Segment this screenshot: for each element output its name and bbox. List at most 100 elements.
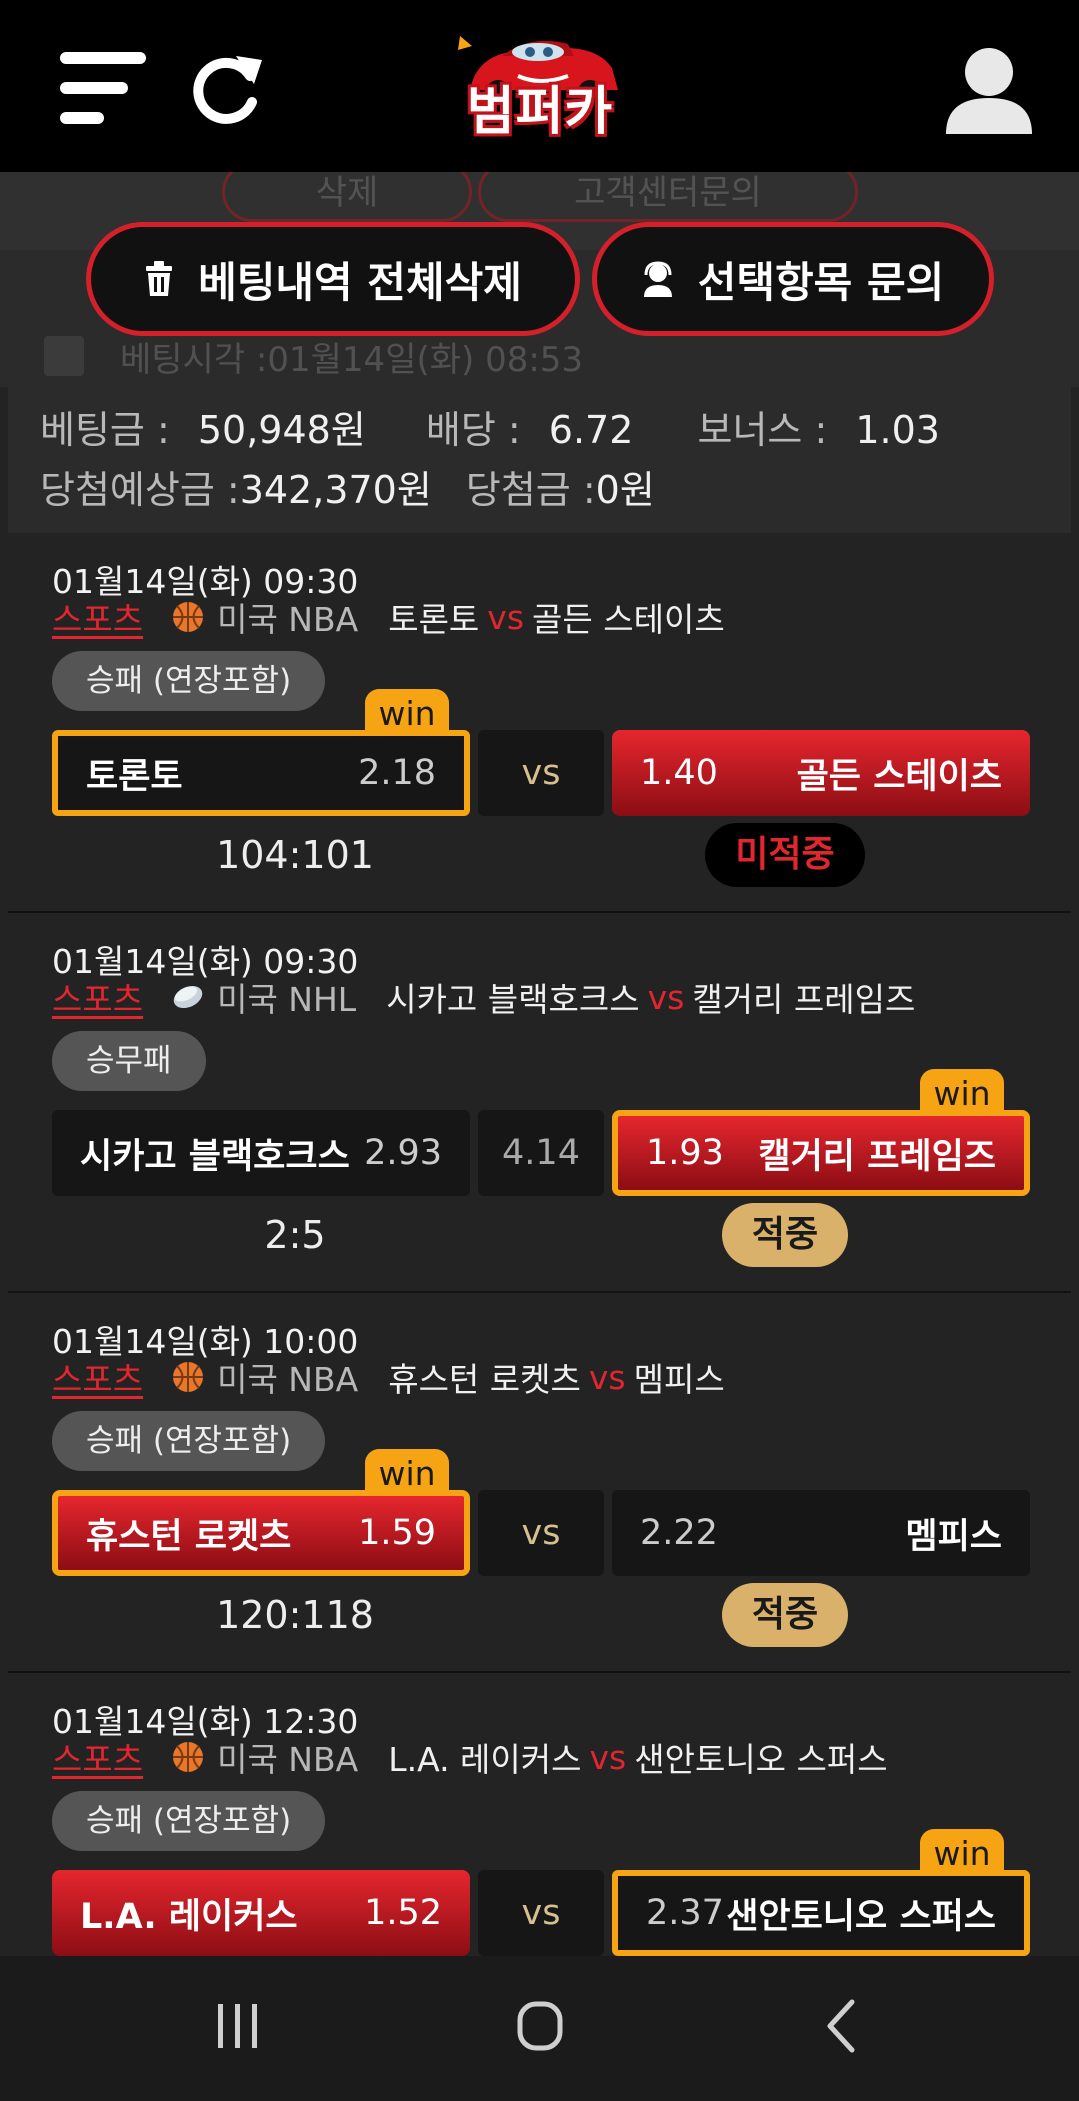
- selection-odd: 1.93: [646, 1133, 724, 1173]
- result-badge: 적중: [722, 1203, 848, 1267]
- basketball-icon: [173, 1742, 204, 1772]
- sport-link[interactable]: 스포츠: [52, 973, 143, 1021]
- won-amount-label: 당첨금 :: [465, 468, 596, 512]
- selection-team: 휴스턴 로켓츠: [86, 1516, 292, 1557]
- inquiry-selected-button[interactable]: 선택항목 문의: [592, 222, 994, 336]
- match-info: 스포츠 미국 NBA 휴스턴 로켓츠 vs 멤피스: [52, 1353, 725, 1401]
- summary-line-1: 베팅금 : 50,948원 배당 : 6.72 보너스 : 1.03: [40, 399, 940, 454]
- bonus-label: 보너스 :: [697, 408, 828, 452]
- vs-text: vs: [589, 1737, 627, 1777]
- selection-team: 골든 스테이츠: [796, 756, 1002, 797]
- inquiry-label: 선택항목 문의: [697, 257, 945, 307]
- selection-away[interactable]: 2.37 샌안토니오 스퍼스: [612, 1870, 1030, 1956]
- home-team: 휴스턴 로켓츠: [388, 1360, 581, 1399]
- market-badge: 승패 (연장포함): [52, 1411, 326, 1471]
- ghost-checkbox: [44, 336, 84, 376]
- selection-odd: 1.59: [358, 1513, 436, 1553]
- recent-apps-icon[interactable]: [198, 1996, 278, 2056]
- selection-team: 멤피스: [905, 1516, 1002, 1557]
- final-score: 120:118: [216, 1593, 374, 1637]
- selection-team: 샌안토니오 스퍼스: [726, 1896, 996, 1937]
- market-badge: 승패 (연장포함): [52, 1791, 326, 1851]
- away-team: 캘거리 프레임즈: [692, 980, 916, 1019]
- home-icon[interactable]: [500, 1996, 580, 2056]
- delete-all-history-button[interactable]: 베팅내역 전체삭제: [86, 222, 580, 336]
- away-team: 멤피스: [633, 1360, 725, 1399]
- away-team: 골든 스테이츠: [532, 600, 725, 639]
- trash-icon: [146, 261, 173, 296]
- selection-draw[interactable]: 4.14: [478, 1110, 604, 1196]
- selection-team: 시카고 블랙호크스: [80, 1136, 350, 1177]
- league-name: 미국 NBA: [217, 1740, 359, 1779]
- selection-odd: 2.37: [646, 1893, 724, 1933]
- selection-odd: 2.18: [358, 753, 436, 793]
- odds-label: 배당 :: [425, 408, 521, 452]
- selection-odd: 1.40: [640, 753, 718, 793]
- ghost-delete-button: 삭제: [222, 172, 472, 222]
- selection-away[interactable]: 1.40 골든 스테이츠: [612, 730, 1030, 816]
- away-team: 샌안토니오 스퍼스: [634, 1740, 888, 1779]
- logo-text: 범퍼카: [466, 82, 614, 142]
- home-team: L.A. 레이커스: [388, 1740, 582, 1779]
- vs-text: vs: [588, 1357, 626, 1397]
- final-score: 2:5: [264, 1213, 326, 1257]
- sport-link[interactable]: 스포츠: [52, 593, 143, 641]
- match-info: 스포츠 미국 NBA 토론토 vs 골든 스테이츠: [52, 593, 725, 641]
- bet-card: 01월14일(화) 09:30 스포츠 미국 NBA 토론토 vs 골든 스테이…: [8, 533, 1071, 913]
- bonus-value: 1.03: [855, 408, 940, 452]
- league-name: 미국 NBA: [217, 1360, 359, 1399]
- selection-team: L.A. 레이커스: [80, 1896, 298, 1937]
- bet-summary: 베팅금 : 50,948원 배당 : 6.72 보너스 : 1.03 당첨예상금…: [8, 385, 1071, 533]
- summary-line-2: 당첨예상금 :342,370원 당첨금 :0원: [40, 459, 655, 514]
- vs-text: vs: [487, 597, 525, 637]
- league-name: 미국 NHL: [217, 980, 357, 1019]
- selection-odd: 1.52: [364, 1893, 442, 1933]
- selection-away[interactable]: 2.22 멤피스: [612, 1490, 1030, 1576]
- sport-link[interactable]: 스포츠: [52, 1353, 143, 1401]
- odds-value: 6.72: [548, 408, 634, 452]
- selection-draw[interactable]: vs: [478, 1490, 604, 1576]
- delete-all-label: 베팅내역 전체삭제: [198, 257, 522, 307]
- bet-card: 01월14일(화) 12:30 스포츠 미국 NBA L.A. 레이커스 vs …: [8, 1673, 1071, 1956]
- final-score: 104:101: [216, 833, 374, 877]
- selection-away[interactable]: 1.93 캘거리 프레임즈: [612, 1110, 1030, 1196]
- market-badge: 승패 (연장포함): [52, 651, 326, 711]
- match-info: 스포츠 미국 NHL 시카고 블랙호크스 vs 캘거리 프레임즈: [52, 973, 915, 1021]
- basketball-icon: [173, 1362, 204, 1392]
- selection-draw[interactable]: vs: [478, 730, 604, 816]
- refresh-icon[interactable]: [186, 50, 266, 130]
- bet-amount-value: 50,948원: [197, 408, 366, 452]
- back-icon[interactable]: [804, 1996, 884, 2056]
- bet-card: 01월14일(화) 10:00 스포츠 미국 NBA 휴스턴 로켓츠 vs 멤피…: [8, 1293, 1071, 1673]
- hamburger-menu-icon[interactable]: [60, 52, 146, 126]
- expected-win-value: 342,370원: [239, 468, 432, 512]
- selection-draw[interactable]: vs: [478, 1870, 604, 1956]
- home-team: 토론토: [388, 600, 480, 639]
- selection-home[interactable]: 시카고 블랙호크스 2.93: [52, 1110, 470, 1196]
- top-bar: 범퍼카: [0, 0, 1079, 172]
- bet-card: 01월14일(화) 09:30 스포츠 미국 NHL 시카고 블랙호크스 vs …: [8, 913, 1071, 1293]
- logo[interactable]: 범퍼카: [440, 28, 640, 148]
- bet-amount-label: 베팅금 :: [40, 408, 170, 452]
- expected-win-label: 당첨예상금 :: [40, 468, 240, 512]
- system-nav-bar: [0, 1956, 1079, 2101]
- user-icon[interactable]: [944, 44, 1034, 134]
- selection-team: 캘거리 프레임즈: [758, 1136, 996, 1177]
- selection-home[interactable]: 토론토 2.18: [52, 730, 470, 816]
- hockey-puck-icon: [173, 985, 203, 1009]
- league-name: 미국 NBA: [217, 600, 359, 639]
- selection-odd: 2.93: [364, 1133, 442, 1173]
- selection-home[interactable]: 휴스턴 로켓츠 1.59: [52, 1490, 470, 1576]
- market-badge: 승무패: [52, 1031, 206, 1091]
- home-team: 시카고 블랙호크스: [386, 980, 640, 1019]
- sport-link[interactable]: 스포츠: [52, 1733, 143, 1781]
- selection-home[interactable]: L.A. 레이커스 1.52: [52, 1870, 470, 1956]
- vs-text: vs: [647, 977, 685, 1017]
- selection-team: 토론토: [86, 756, 183, 797]
- result-badge: 미적중: [705, 823, 865, 887]
- ghost-bet-time: 베팅시각 :01월14일(화) 08:53: [120, 340, 584, 380]
- result-badge: 적중: [722, 1583, 848, 1647]
- selection-odd: 2.22: [640, 1513, 718, 1553]
- won-amount-value: 0원: [595, 468, 655, 512]
- match-info: 스포츠 미국 NBA L.A. 레이커스 vs 샌안토니오 스퍼스: [52, 1733, 888, 1781]
